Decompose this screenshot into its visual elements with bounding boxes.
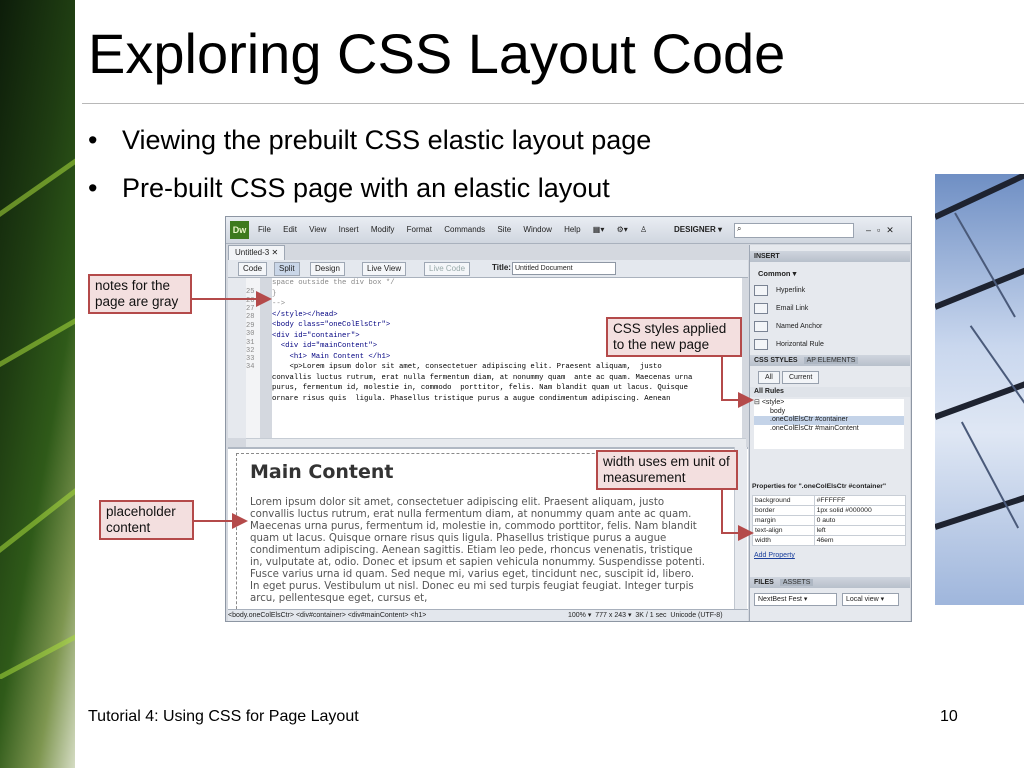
- arrow-css-applied: [721, 357, 754, 408]
- footer-text: Tutorial 4: Using CSS for Page Layout: [88, 708, 359, 725]
- arrow-width-em: [721, 488, 754, 541]
- page-number: 10: [940, 708, 958, 725]
- callout-arrows: [192, 291, 754, 541]
